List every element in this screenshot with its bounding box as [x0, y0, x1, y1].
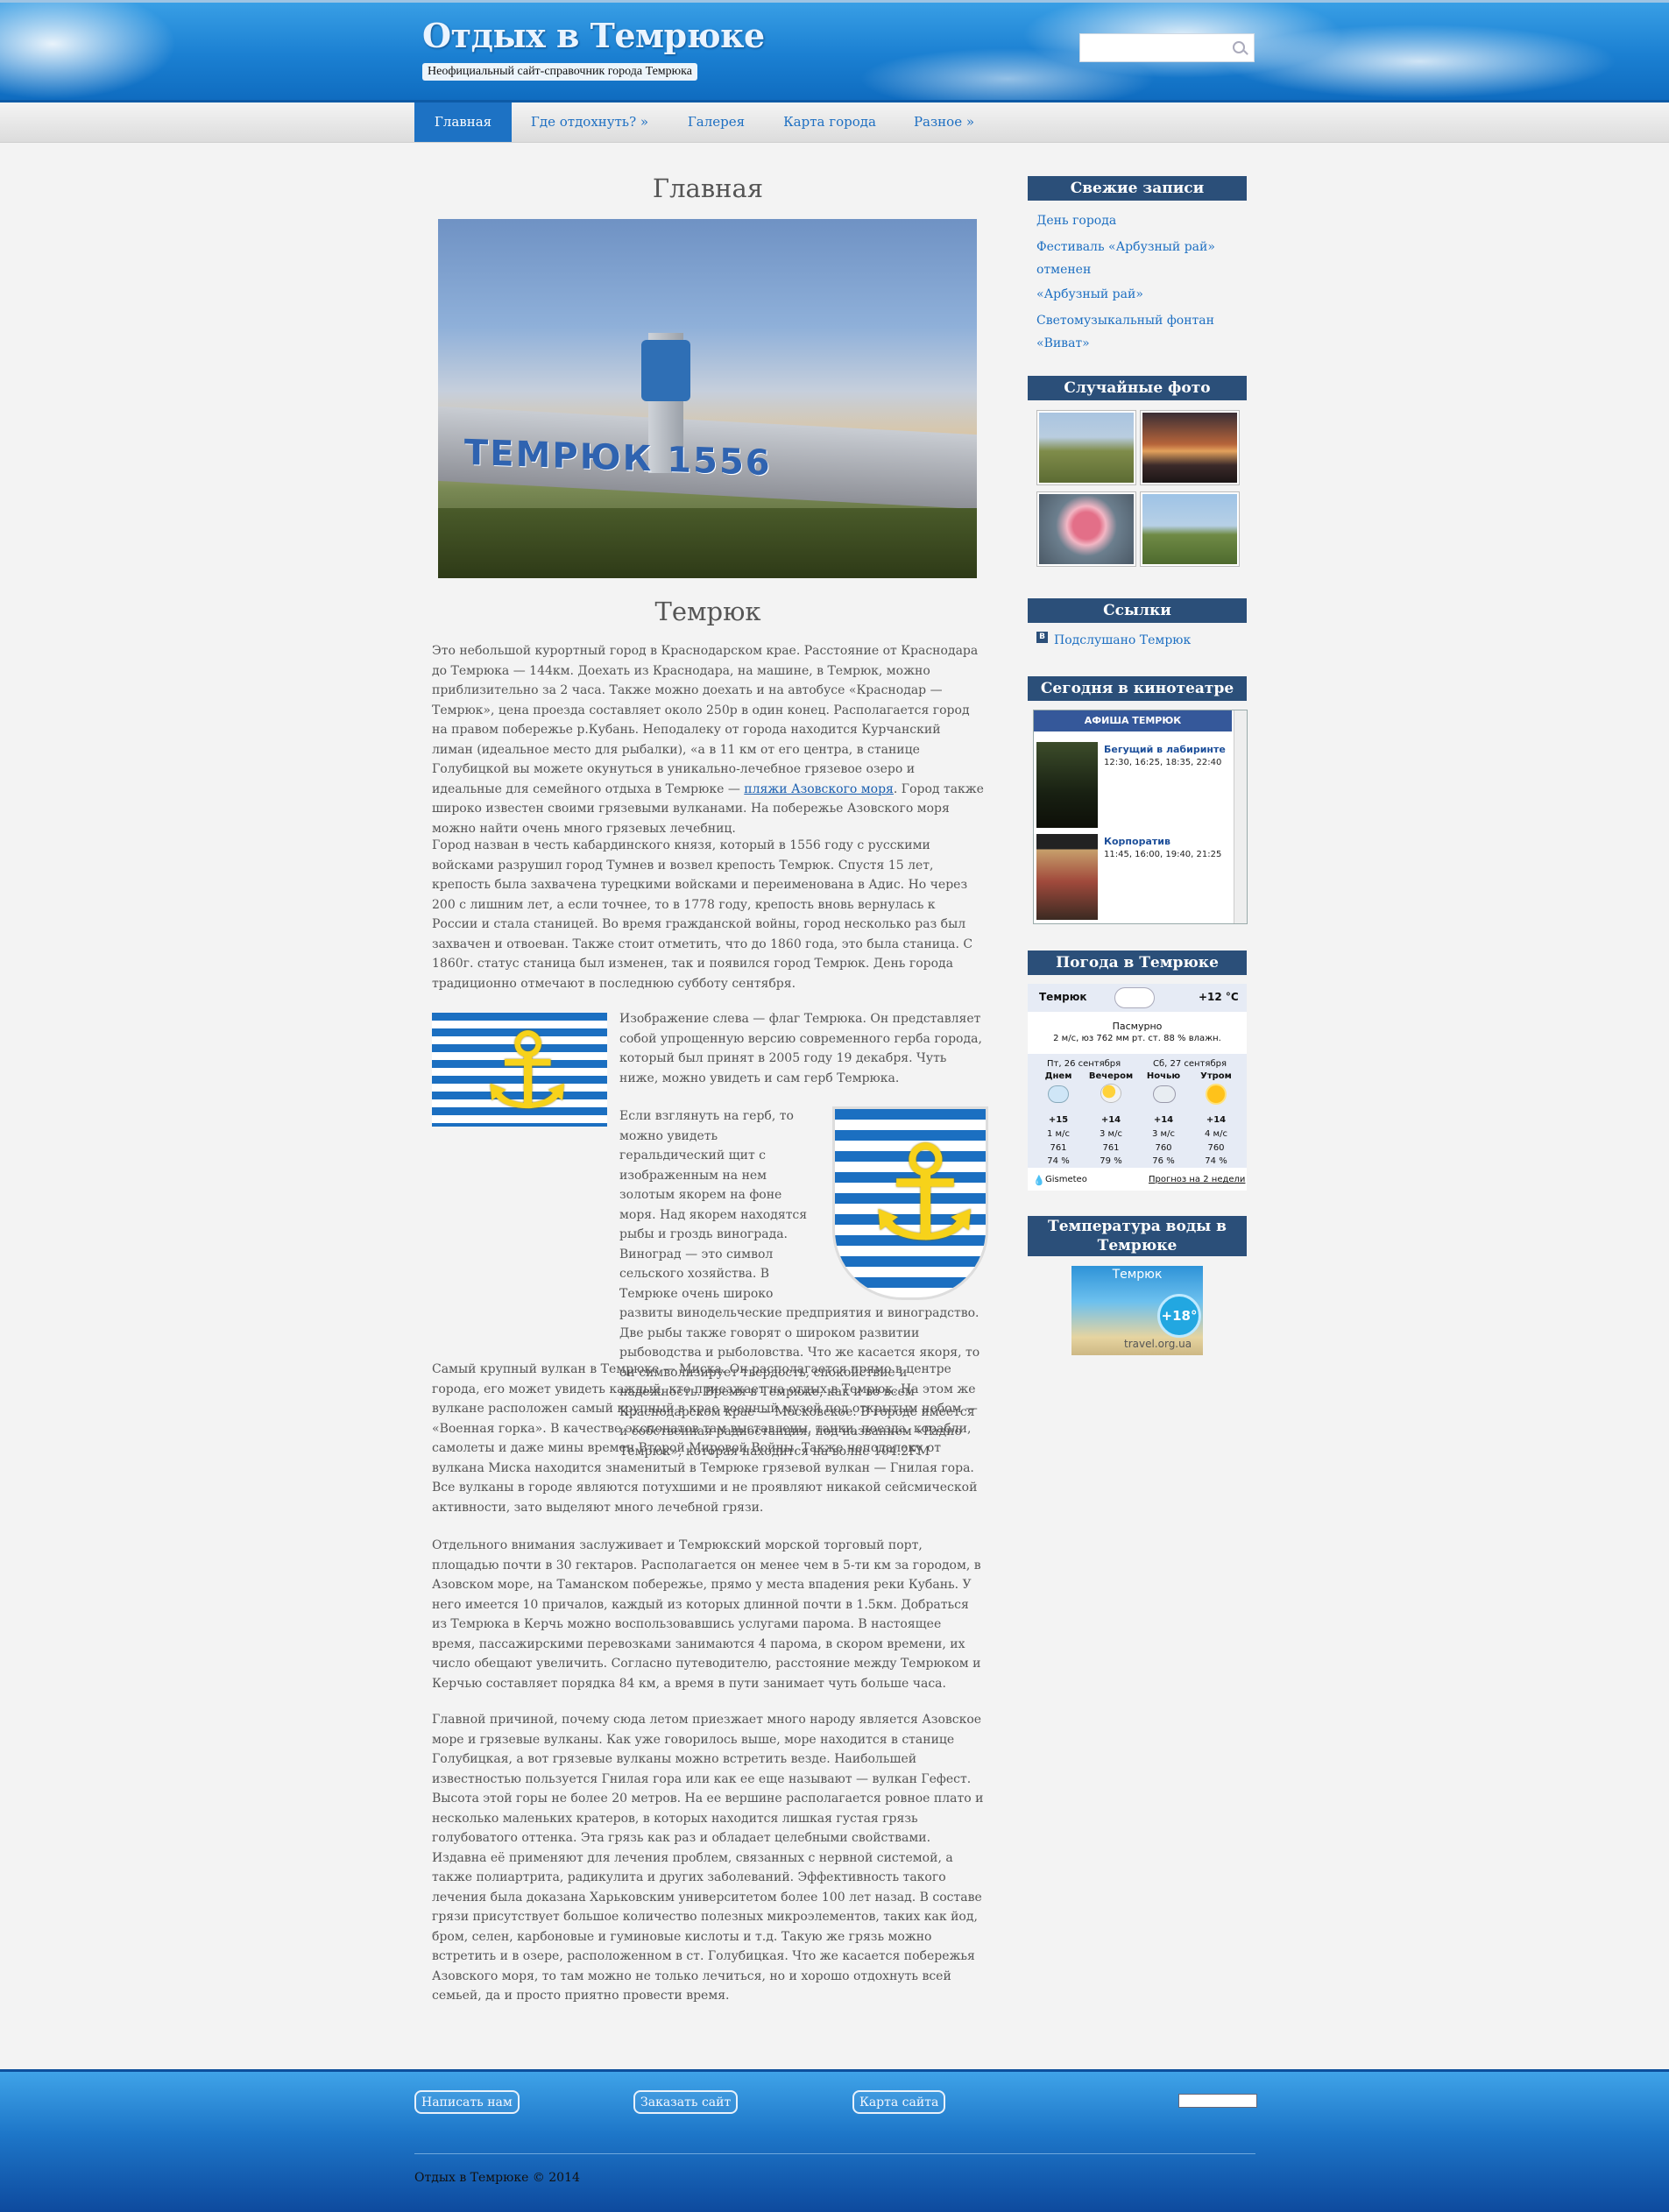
widget-title-weather: Погода в Темрюке	[1028, 951, 1247, 975]
nav-item-city-map[interactable]: Карта города	[771, 102, 888, 142]
water-city: Темрюк	[1112, 1268, 1163, 1282]
weather-pressure: 761	[1050, 1143, 1067, 1153]
water-temp-widget[interactable]: Темрюк +18° travel.org.ua	[1071, 1266, 1203, 1355]
weather-temp: +14	[1206, 1115, 1227, 1125]
footer-contact-button[interactable]: Написать нам	[414, 2090, 520, 2114]
recent-post-link[interactable]: Фестиваль «Арбузный рай» отменен	[1036, 236, 1247, 281]
weather-details: 2 м/с, юз 762 мм рт. ст. 88 % влажн.	[1053, 1034, 1221, 1043]
movie-times: 12:30, 16:25, 18:35, 22:40	[1104, 758, 1222, 767]
weather-city: Темрюк	[1039, 991, 1087, 1003]
weather-period-label: Вечером	[1088, 1071, 1134, 1081]
widget-title-links: Ссылки	[1028, 598, 1247, 623]
weather-wind: 1 м/с	[1047, 1129, 1070, 1139]
footer-sitemap-button[interactable]: Карта сайта	[852, 2090, 946, 2114]
movie-title[interactable]: Бегущий в лабиринте	[1104, 744, 1226, 755]
widget-title-water: Температура воды в Темрюке	[1028, 1216, 1247, 1256]
photo-stele-emblem	[641, 340, 690, 401]
weather-temp: +14	[1153, 1115, 1174, 1125]
photo-trees	[438, 508, 977, 578]
rain-cloud-icon	[1049, 1086, 1068, 1102]
copyright: Отдых в Темрюке © 2014	[414, 2171, 580, 2185]
visitor-counter[interactable]	[1178, 2094, 1257, 2108]
weather-humidity: 79 %	[1100, 1156, 1122, 1166]
site-description: Неофициальный сайт-справочник города Тем…	[422, 63, 697, 81]
partly-cloudy-icon	[1101, 1085, 1121, 1102]
random-photo-thumb[interactable]	[1141, 492, 1239, 566]
widget-title-cinema: Сегодня в кинотеатре	[1028, 676, 1247, 701]
weather-date: Сб, 27 сентября	[1153, 1059, 1227, 1069]
water-site: travel.org.ua	[1124, 1338, 1192, 1350]
site-footer	[0, 2069, 1669, 2212]
weather-date: Пт, 26 сентября	[1047, 1059, 1121, 1069]
site-header: Отдых в Темрюке Неофициальный сайт-справ…	[0, 0, 1669, 102]
weather-wind: 4 м/с	[1205, 1129, 1227, 1139]
water-drop-icon: 💧	[1033, 1175, 1045, 1186]
weather-period-label: Днем	[1044, 1071, 1072, 1081]
paragraph-history: Город назван в честь кабардинского князя…	[432, 838, 973, 991]
weather-pressure: 761	[1102, 1143, 1120, 1153]
movie-times: 11:45, 16:00, 19:40, 21:25	[1104, 850, 1222, 859]
paragraph-volcano: Самый крупный вулкан в Темрюке — Миска. …	[432, 1362, 978, 1515]
cloud-icon	[1115, 988, 1154, 1007]
footer-divider	[414, 2153, 1255, 2154]
weather-pressure: 760	[1207, 1143, 1225, 1153]
weather-humidity: 76 %	[1152, 1156, 1175, 1166]
recent-post-link[interactable]: День города	[1036, 209, 1247, 232]
weather-temp: +15	[1048, 1115, 1069, 1125]
paragraph-port: Отдельного внимания заслуживает и Темрюк…	[432, 1538, 981, 1691]
weather-humidity: 74 %	[1047, 1156, 1070, 1166]
header-top-line	[0, 0, 1669, 3]
cinema-header: АФИША ТЕМРЮК	[1034, 710, 1232, 731]
weather-temp: +14	[1100, 1115, 1121, 1125]
widget-title-photos: Случайные фото	[1028, 376, 1247, 400]
page-title: Главная	[652, 173, 764, 203]
coat-float-spacer	[817, 1106, 984, 1290]
paragraph-intro-text: Это небольшой курортный город в Краснода…	[432, 644, 979, 796]
footer-order-site-button[interactable]: Заказать сайт	[633, 2090, 739, 2114]
cinema-widget: АФИША ТЕМРЮК Бегущий в лабиринте 12:30, …	[1033, 710, 1248, 924]
weather-humidity: 74 %	[1205, 1156, 1227, 1166]
cloudy-icon	[1154, 1086, 1175, 1102]
main-photo: ТЕМРЮК 1556	[438, 219, 977, 578]
paragraph-reasons: Главной причиной, почему сюда летом прие…	[432, 1713, 984, 2003]
weather-wind: 3 м/с	[1152, 1129, 1175, 1139]
nav-item-home[interactable]: Главная	[414, 102, 512, 142]
weather-period-label: Ночью	[1146, 1071, 1181, 1081]
weather-temp-now: +12 °C	[1199, 991, 1239, 1003]
beaches-link[interactable]: пляжи Азовского моря	[744, 782, 894, 796]
movie-title[interactable]: Корпоратив	[1104, 836, 1170, 847]
cinema-scrollbar[interactable]	[1234, 710, 1247, 923]
section-title: Темрюк	[654, 597, 761, 626]
movie-poster[interactable]	[1036, 834, 1098, 920]
nav-item-misc[interactable]: Разное »	[902, 102, 986, 142]
weather-condition: Пасмурно	[1112, 1021, 1163, 1032]
weather-widget: Темрюк +12 °C Пасмурно 2 м/с, юз 762 мм …	[1028, 984, 1247, 1191]
widget-title-recent: Свежие записи	[1028, 176, 1247, 201]
paragraph-flag: Изображение слева — флаг Темрюка. Он пре…	[619, 1012, 982, 1085]
random-photo-thumb[interactable]	[1037, 492, 1135, 566]
main-nav: Главная Где отдохнуть? » Галерея Карта г…	[0, 102, 1669, 143]
search-input[interactable]	[1079, 33, 1255, 62]
weather-wind: 3 м/с	[1100, 1129, 1122, 1139]
search-icon[interactable]	[1233, 41, 1245, 53]
water-temp-badge: +18°	[1157, 1294, 1201, 1338]
recent-post-link[interactable]: Светомузыкальный фонтан «Виват»	[1036, 309, 1247, 355]
weather-forecast-link[interactable]: Прогноз на 2 недели	[1149, 1175, 1245, 1184]
weather-pressure: 760	[1155, 1143, 1172, 1153]
vk-icon: В	[1036, 632, 1048, 643]
nav-item-gallery[interactable]: Галерея	[675, 102, 758, 142]
recent-post-link[interactable]: «Арбузный рай»	[1036, 283, 1247, 306]
random-photo-thumb[interactable]	[1141, 411, 1239, 484]
site-title[interactable]: Отдых в Темрюке	[422, 16, 765, 55]
sun-icon	[1207, 1085, 1225, 1103]
nav-item-where-to-rest[interactable]: Где отдохнуть? »	[520, 102, 660, 142]
weather-period-label: Утром	[1200, 1071, 1232, 1081]
movie-poster[interactable]	[1036, 742, 1098, 828]
random-photo-thumb[interactable]	[1037, 411, 1135, 484]
weather-provider[interactable]: Gismeteo	[1045, 1175, 1087, 1184]
links-item[interactable]: Подслушано Темрюк	[1054, 629, 1264, 652]
paragraph-intro: Это небольшой курортный город в Краснода…	[432, 641, 984, 838]
